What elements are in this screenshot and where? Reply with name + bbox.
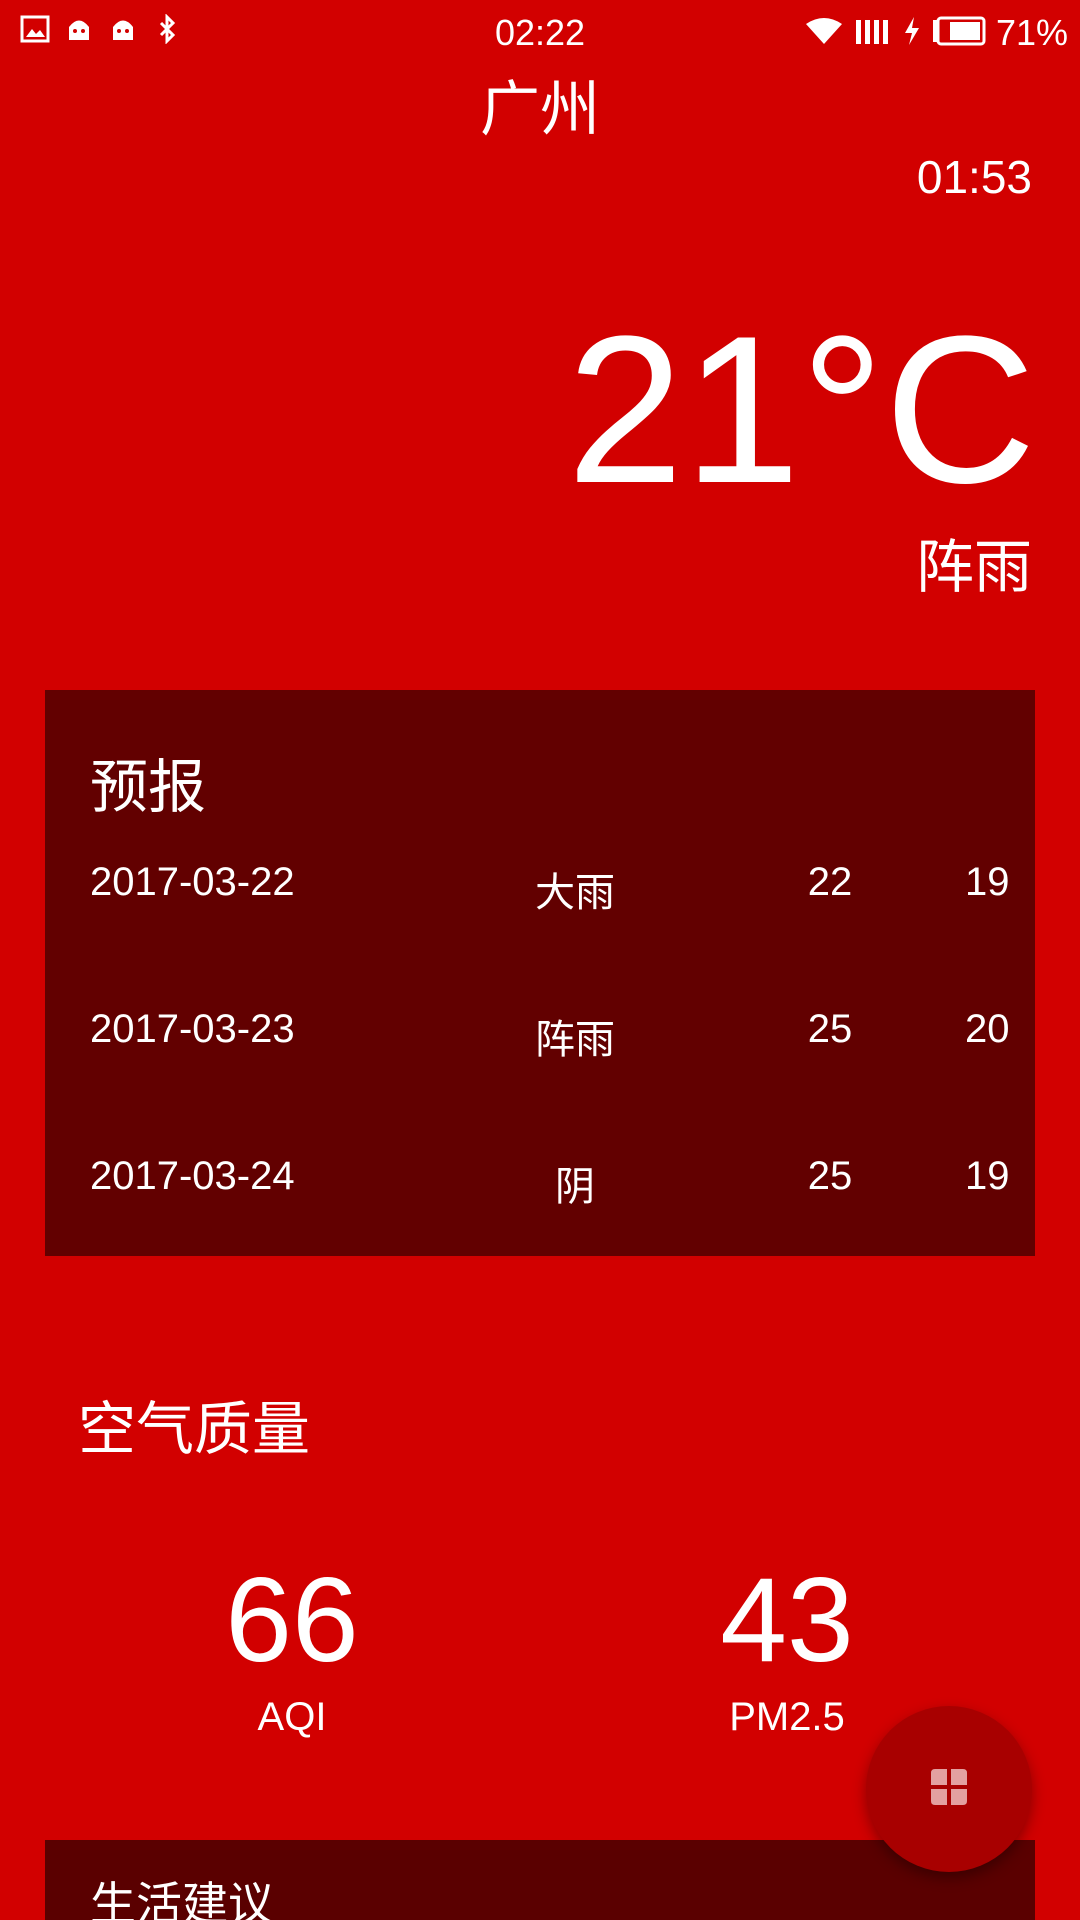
suggestion-card: 生活建议 xyxy=(45,1840,1035,1920)
status-bar: 02:22 71% xyxy=(0,0,1080,66)
aqi-value: 66 xyxy=(225,1553,359,1687)
forecast-card: 预报 2017-03-22 大雨 22 19 2017-03-23 阵雨 25 … xyxy=(45,690,1035,1256)
forecast-min-temp: 19 xyxy=(965,860,1010,904)
aqi-label: AQI xyxy=(257,1695,327,1739)
forecast-max-temp: 25 xyxy=(807,1154,853,1198)
grid-icon xyxy=(929,1767,969,1811)
air-quality-title: 空气质量 xyxy=(78,1395,311,1463)
forecast-date: 2017-03-23 xyxy=(90,1007,295,1051)
forecast-row: 2017-03-24 阴 25 19 xyxy=(45,1134,1035,1214)
forecast-condition: 阵雨 xyxy=(535,1017,615,1063)
forecast-date: 2017-03-22 xyxy=(90,860,295,904)
forecast-row: 2017-03-23 阵雨 25 20 xyxy=(45,987,1035,1067)
forecast-condition: 阴 xyxy=(555,1164,595,1210)
forecast-date: 2017-03-24 xyxy=(90,1154,295,1198)
switch-city-fab[interactable] xyxy=(866,1706,1032,1872)
forecast-min-temp: 20 xyxy=(965,1007,1010,1051)
battery-percent: 71% xyxy=(995,12,1068,53)
forecast-max-temp: 22 xyxy=(807,860,853,904)
forecast-row: 2017-03-22 大雨 22 19 xyxy=(45,840,1035,920)
forecast-min-temp: 19 xyxy=(965,1154,1010,1198)
charging-icon xyxy=(902,16,922,51)
pm25-block: 43 PM2.5 xyxy=(637,1555,937,1740)
forecast-title: 预报 xyxy=(90,753,207,821)
city-title: 广州 xyxy=(480,75,600,145)
signal-icon xyxy=(854,16,892,51)
current-condition: 阵雨 xyxy=(915,533,1032,601)
aqi-block: 66 AQI xyxy=(142,1555,442,1740)
battery-icon xyxy=(932,16,986,51)
pm25-value: 43 xyxy=(720,1553,854,1687)
current-temperature: 21°C xyxy=(566,292,1036,527)
suggestion-title: 生活建议 xyxy=(90,1877,274,1920)
forecast-condition: 大雨 xyxy=(535,870,615,916)
wifi-icon xyxy=(804,16,844,51)
status-icons-right: 71% xyxy=(804,12,1068,54)
forecast-max-temp: 25 xyxy=(807,1007,853,1051)
update-time: 01:53 xyxy=(916,151,1032,203)
